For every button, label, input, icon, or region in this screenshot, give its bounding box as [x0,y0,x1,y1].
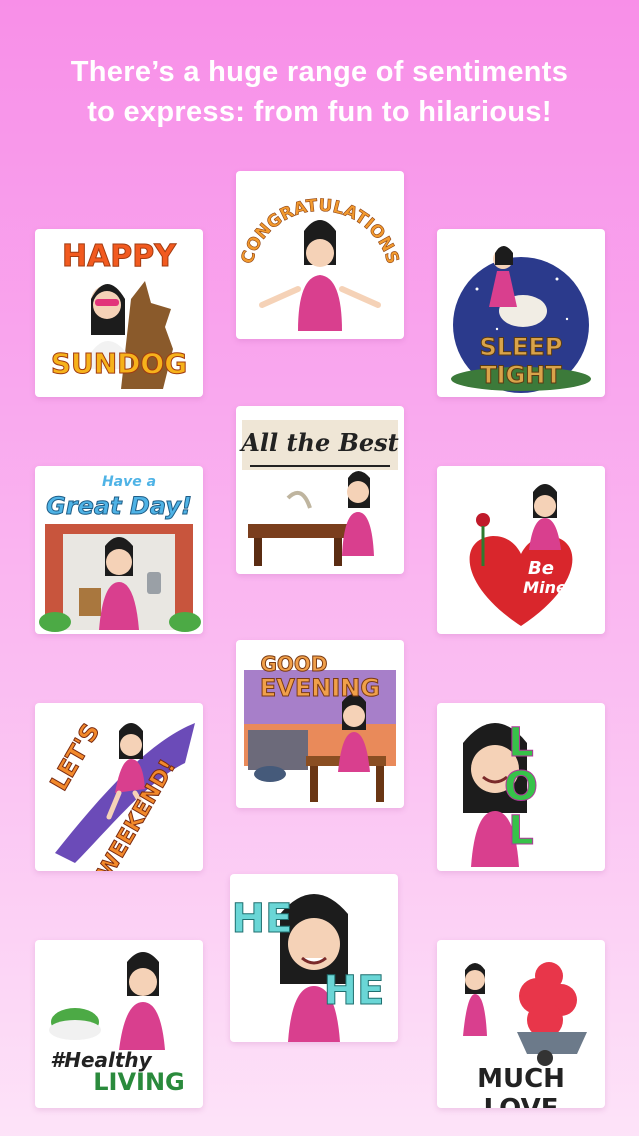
be-mine-illustration [469,484,573,626]
lets-weekend-illustration [55,723,195,863]
sleep-tight-illustration [451,246,591,393]
sticker-lets-weekend[interactable]: LET'S WEEKEND! [35,703,203,871]
healthy-living-illustration [49,952,165,1050]
lol-illustration [463,723,527,867]
sticker-happy-sundog[interactable]: HAPPY SUNDOG [35,229,203,397]
headline-line-1: There’s a huge range of sentiments [70,56,569,88]
sticker-he-he[interactable]: HE HE [230,874,398,1042]
he-he-illustration [280,894,348,1042]
headline-line-2: to express: from fun to hilarious! [87,96,552,128]
sticker-have-a-great-day[interactable]: Have a Great Day! [35,466,203,634]
sticker-healthy-living[interactable]: #Healthy LIVING [35,940,203,1108]
have-a-great-day-illustration [39,524,201,632]
good-evening-illustration [244,670,396,802]
all-the-best-illustration [242,420,398,566]
sticker-all-the-best[interactable]: All the Best [236,406,404,574]
sticker-be-mine[interactable]: Be Mine [437,466,605,634]
sticker-lol[interactable]: LOL [437,703,605,871]
happy-sundog-illustration [87,281,173,389]
headline: There’s a huge range of sentiments to ex… [0,52,639,132]
sticker-sleep-tight[interactable]: SLEEP TIGHT [437,229,605,397]
congratulations-illustration: CONGRATULATIONS [237,195,403,331]
sticker-much-love[interactable]: MUCH LOVE [437,940,605,1108]
sticker-congratulations[interactable]: CONGRATULATIONS [236,171,404,339]
sticker-good-evening[interactable]: GOOD EVENING [236,640,404,808]
much-love-illustration [463,962,587,1066]
